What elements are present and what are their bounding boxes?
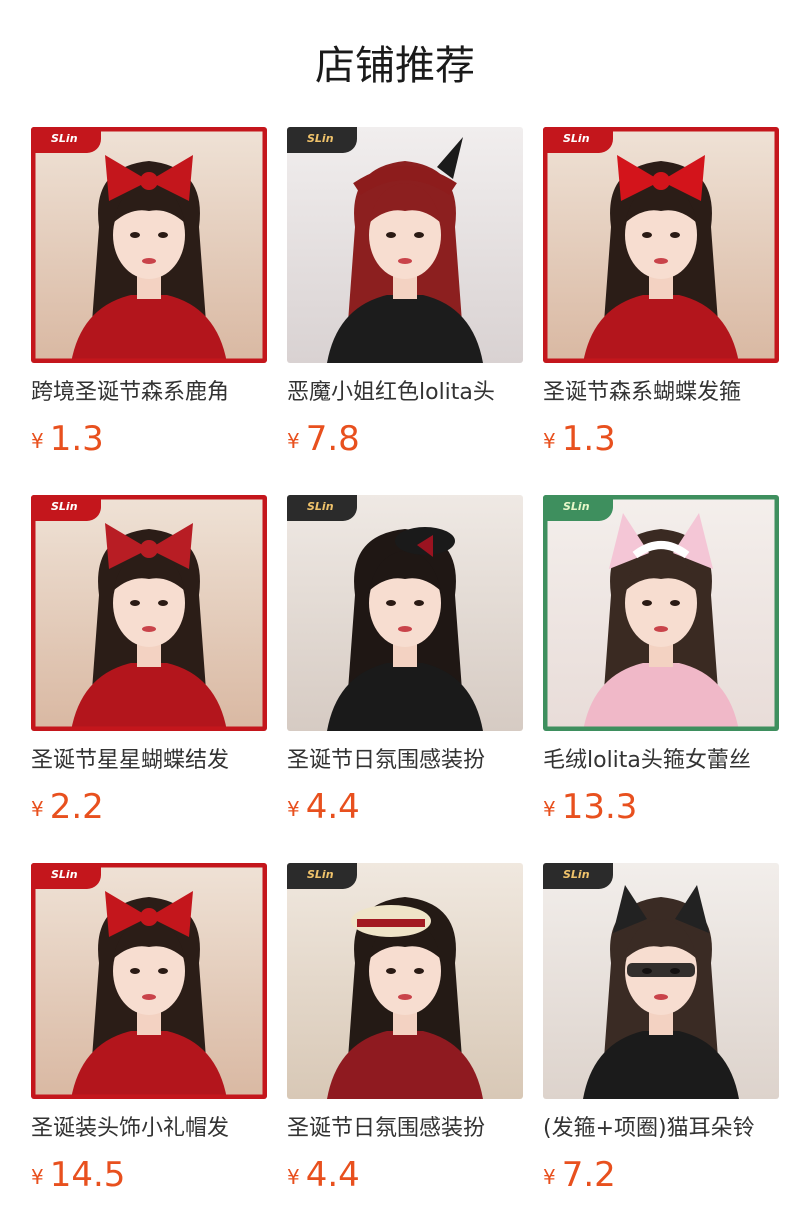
product-card[interactable]: SLin (发箍+项圈)猫耳朵铃 ¥7.2 [543, 863, 779, 1203]
price-value: 14.5 [49, 1155, 126, 1195]
currency-symbol: ¥ [543, 797, 556, 821]
product-image[interactable]: SLin [287, 127, 523, 363]
currency-symbol: ¥ [31, 429, 44, 453]
brand-logo-text: SLin [307, 500, 334, 513]
product-card[interactable]: SLin 毛绒lolita头箍女蕾丝 ¥13.3 [543, 495, 779, 835]
currency-symbol: ¥ [287, 429, 300, 453]
product-price: ¥1.3 [31, 419, 104, 459]
product-image[interactable]: SLin [31, 127, 267, 363]
product-name[interactable]: 圣诞装头饰小礼帽发 [31, 1113, 267, 1145]
product-photo-illustration [31, 495, 267, 731]
brand-logo-tag: SLin [287, 495, 357, 521]
brand-logo-text: SLin [563, 500, 590, 513]
currency-symbol: ¥ [31, 1165, 44, 1189]
product-photo-illustration [287, 127, 523, 363]
product-card[interactable]: SLin 圣诞装头饰小礼帽发 ¥14.5 [31, 863, 267, 1203]
product-photo-illustration [31, 863, 267, 1099]
brand-logo-text: SLin [307, 868, 334, 881]
product-name[interactable]: 圣诞节森系蝴蝶发箍 [543, 377, 779, 409]
product-name[interactable]: 圣诞节日氛围感装扮 [287, 1113, 523, 1145]
product-price: ¥14.5 [31, 1155, 125, 1195]
brand-logo-tag: SLin [543, 863, 613, 889]
product-price: ¥4.4 [287, 1155, 360, 1195]
product-image[interactable]: SLin [543, 495, 779, 731]
price-value: 4.4 [305, 1155, 360, 1195]
product-name[interactable]: 圣诞节日氛围感装扮 [287, 745, 523, 777]
product-image[interactable]: SLin [543, 127, 779, 363]
brand-logo-tag: SLin [287, 127, 357, 153]
product-price: ¥2.2 [31, 787, 104, 827]
brand-logo-text: SLin [51, 132, 78, 145]
product-name[interactable]: 恶魔小姐红色lolita头 [287, 377, 523, 409]
product-name[interactable]: 跨境圣诞节森系鹿角 [31, 377, 267, 409]
product-card[interactable]: SLin 圣诞节日氛围感装扮 ¥4.4 [287, 863, 523, 1203]
currency-symbol: ¥ [287, 1165, 300, 1189]
currency-symbol: ¥ [543, 1165, 556, 1189]
brand-logo-tag: SLin [287, 863, 357, 889]
brand-logo-tag: SLin [543, 495, 613, 521]
price-value: 1.3 [561, 419, 616, 459]
brand-logo-tag: SLin [31, 863, 101, 889]
product-photo-illustration [287, 495, 523, 731]
currency-symbol: ¥ [543, 429, 556, 453]
product-price: ¥7.2 [543, 1155, 616, 1195]
price-value: 2.2 [49, 787, 104, 827]
brand-logo-text: SLin [563, 132, 590, 145]
price-value: 13.3 [561, 787, 638, 827]
brand-logo-tag: SLin [543, 127, 613, 153]
product-photo-illustration [543, 863, 779, 1099]
product-price: ¥1.3 [543, 419, 616, 459]
product-name[interactable]: (发箍+项圈)猫耳朵铃 [543, 1113, 779, 1145]
product-card[interactable]: SLin 跨境圣诞节森系鹿角 ¥1.3 [31, 127, 267, 467]
product-image[interactable]: SLin [287, 863, 523, 1099]
brand-logo-tag: SLin [31, 495, 101, 521]
product-price: ¥4.4 [287, 787, 360, 827]
product-photo-illustration [287, 863, 523, 1099]
brand-logo-text: SLin [51, 868, 78, 881]
product-photo-illustration [543, 127, 779, 363]
product-image[interactable]: SLin [31, 495, 267, 731]
product-price: ¥13.3 [543, 787, 637, 827]
currency-symbol: ¥ [287, 797, 300, 821]
product-photo-illustration [31, 127, 267, 363]
price-value: 1.3 [49, 419, 104, 459]
brand-logo-text: SLin [563, 868, 590, 881]
product-photo-illustration [543, 495, 779, 731]
product-image[interactable]: SLin [31, 863, 267, 1099]
brand-logo-text: SLin [51, 500, 78, 513]
price-value: 7.8 [305, 419, 360, 459]
brand-logo-text: SLin [307, 132, 334, 145]
product-card[interactable]: SLin 圣诞节森系蝴蝶发箍 ¥1.3 [543, 127, 779, 467]
product-card[interactable]: SLin 恶魔小姐红色lolita头 ¥7.8 [287, 127, 523, 467]
product-image[interactable]: SLin [543, 863, 779, 1099]
product-name[interactable]: 圣诞节星星蝴蝶结发 [31, 745, 267, 777]
price-value: 7.2 [561, 1155, 616, 1195]
currency-symbol: ¥ [31, 797, 44, 821]
price-value: 4.4 [305, 787, 360, 827]
product-grid: SLin 跨境圣诞节森系鹿角 ¥1.3 SLin 恶魔小姐红色lolita头 ¥7.8 SL… [0, 0, 790, 1232]
product-card[interactable]: SLin 圣诞节星星蝴蝶结发 ¥2.2 [31, 495, 267, 835]
brand-logo-tag: SLin [31, 127, 101, 153]
product-image[interactable]: SLin [287, 495, 523, 731]
product-name[interactable]: 毛绒lolita头箍女蕾丝 [543, 745, 779, 777]
product-card[interactable]: SLin 圣诞节日氛围感装扮 ¥4.4 [287, 495, 523, 835]
product-price: ¥7.8 [287, 419, 360, 459]
